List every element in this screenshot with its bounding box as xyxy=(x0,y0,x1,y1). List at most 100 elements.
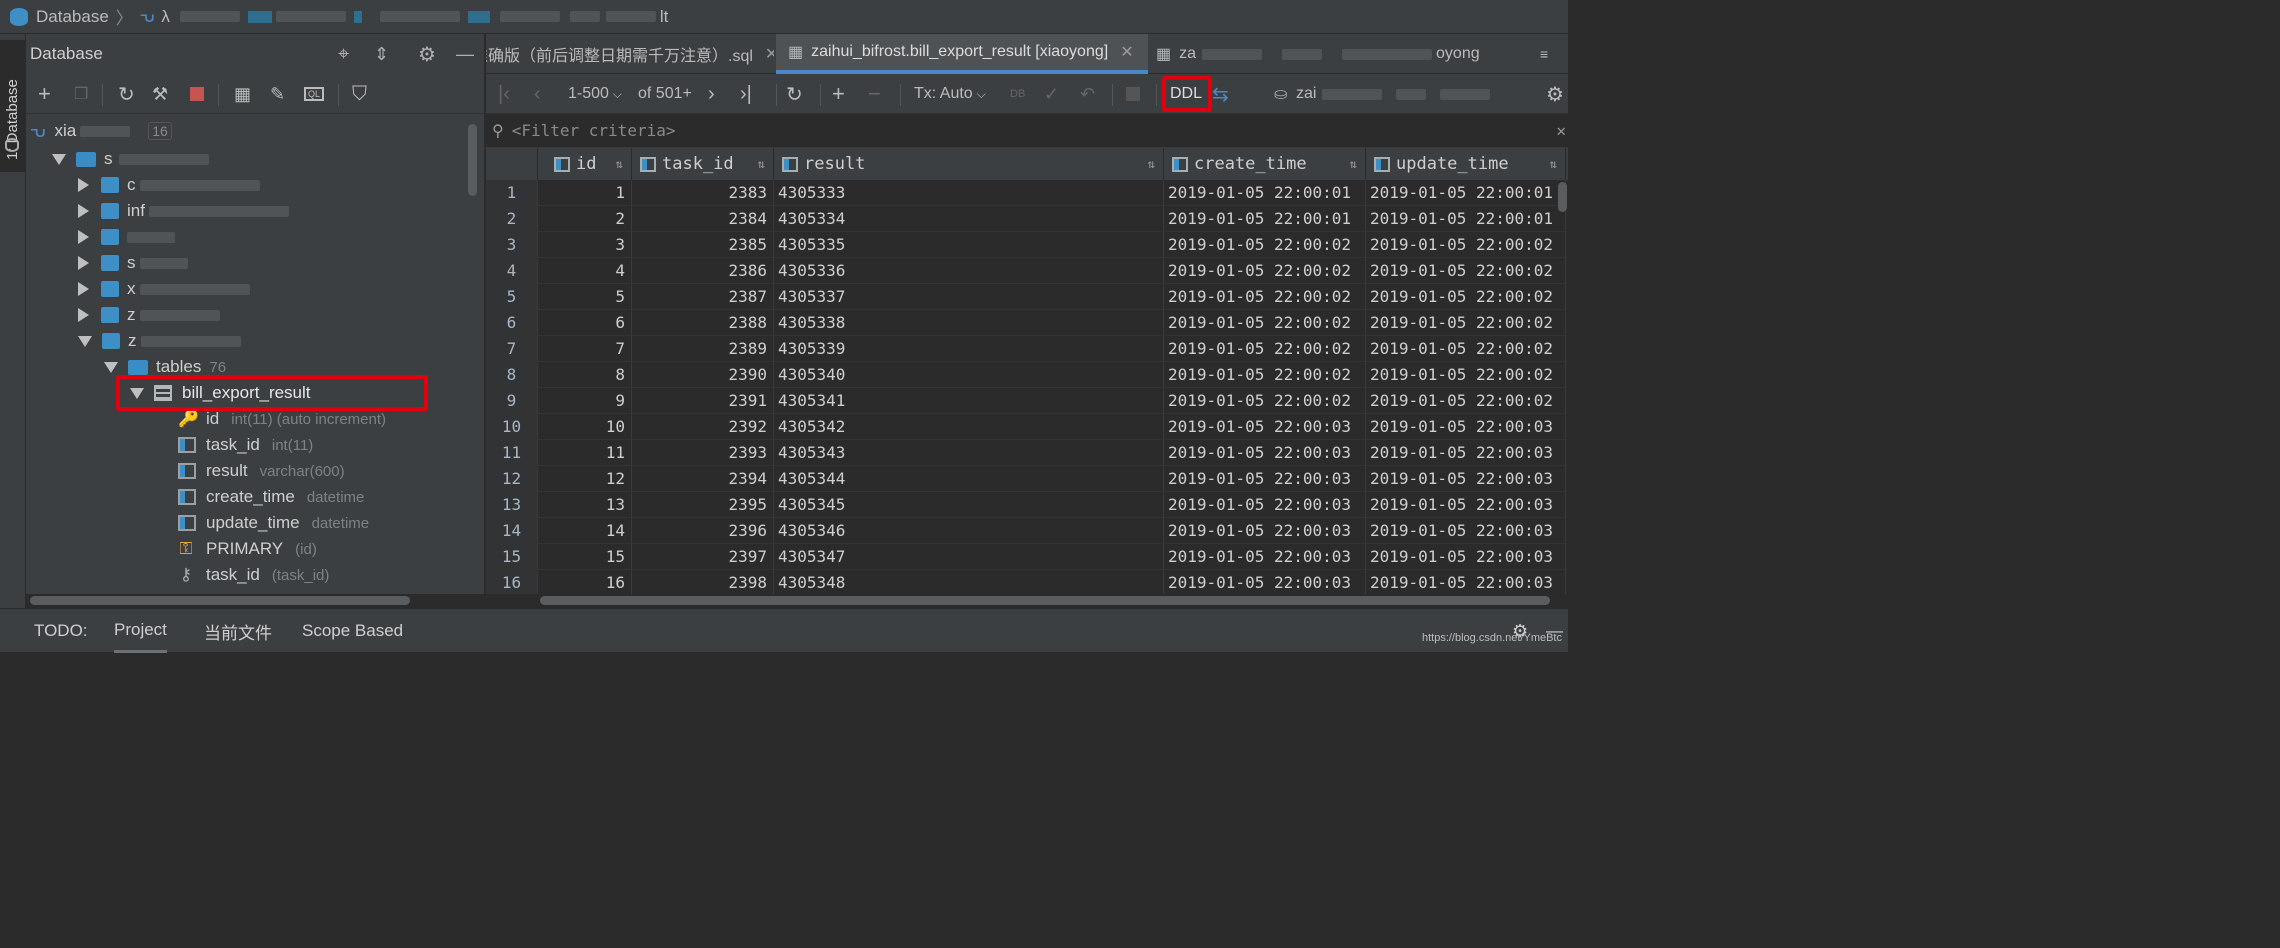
tab-bill-export-result[interactable]: ▦ zaihui_bifrost.bill_export_result [xia… xyxy=(776,34,1148,74)
cell-update-time[interactable]: 2019-01-05 22:00:02 xyxy=(1366,284,1566,310)
cell-update-time[interactable]: 2019-01-05 22:00:02 xyxy=(1366,258,1566,284)
cell-task-id[interactable]: 2388 xyxy=(632,310,774,336)
next-page-icon[interactable]: › xyxy=(708,74,715,114)
close-icon[interactable]: ✕ xyxy=(765,44,774,64)
cell-id[interactable]: 16 xyxy=(538,570,632,594)
column-header-update-time[interactable]: update_time ⇅ xyxy=(1366,148,1566,180)
cell-result[interactable]: 4305343 xyxy=(774,440,1164,466)
cell-id[interactable]: 10 xyxy=(538,414,632,440)
breadcrumb-tail[interactable]: λ xyxy=(161,7,170,27)
cell-update-time[interactable]: 2019-01-05 22:00:02 xyxy=(1366,336,1566,362)
cell-task-id[interactable]: 2384 xyxy=(632,206,774,232)
delete-row-icon[interactable]: − xyxy=(868,74,881,114)
table-row[interactable]: 10 10 2392 4305342 2019-01-05 22:00:03 2019-0… xyxy=(486,414,1568,440)
tab-sql-file[interactable]: 准确版（前后调整日期需千万注意）.sql ✕ xyxy=(486,34,774,74)
cell-id[interactable]: 8 xyxy=(538,362,632,388)
tree-database[interactable]: inf xyxy=(78,198,289,224)
target-icon[interactable]: ⌖ xyxy=(338,43,349,66)
cell-result[interactable]: 4305341 xyxy=(774,388,1164,414)
sort-icon[interactable]: ⇅ xyxy=(758,157,765,171)
refresh-icon[interactable]: ↻ xyxy=(118,74,135,114)
cell-update-time[interactable]: 2019-01-05 22:00:01 xyxy=(1366,180,1566,206)
table-row[interactable]: 14 14 2396 4305346 2019-01-05 22:00:03 2019-0… xyxy=(486,518,1568,544)
filter-bar[interactable]: ⚲ <Filter criteria> ✕ xyxy=(486,114,1568,148)
table-row[interactable]: 5 5 2387 4305337 2019-01-05 22:00:02 2019-01-… xyxy=(486,284,1568,310)
table-row[interactable]: 13 13 2395 4305345 2019-01-05 22:00:03 2019-0… xyxy=(486,492,1568,518)
tree-column[interactable]: update_time datetime xyxy=(178,510,369,536)
tab-scope-based[interactable]: Scope Based xyxy=(302,609,403,653)
column-header-result[interactable]: result ⇅ xyxy=(774,148,1164,180)
cell-create-time[interactable]: 2019-01-05 22:00:01 xyxy=(1164,206,1366,232)
cell-task-id[interactable]: 2390 xyxy=(632,362,774,388)
sync-settings-icon[interactable]: ⚒ xyxy=(152,74,168,114)
cell-update-time[interactable]: 2019-01-05 22:00:03 xyxy=(1366,570,1566,594)
close-icon[interactable]: ✕ xyxy=(1120,42,1133,62)
cell-result[interactable]: 4305347 xyxy=(774,544,1164,570)
table-row[interactable]: 6 6 2388 4305338 2019-01-05 22:00:02 2019-01-… xyxy=(486,310,1568,336)
cell-create-time[interactable]: 2019-01-05 22:00:01 xyxy=(1164,180,1366,206)
previous-page-icon[interactable]: ‹ xyxy=(534,74,541,114)
expanded-arrow-icon[interactable] xyxy=(52,153,66,165)
collapsed-arrow-icon[interactable] xyxy=(78,256,89,270)
cell-task-id[interactable]: 2395 xyxy=(632,492,774,518)
breadcrumb-root[interactable]: Database xyxy=(36,7,109,27)
query-console-icon[interactable]: QL xyxy=(304,74,325,114)
collapsed-arrow-icon[interactable] xyxy=(78,308,89,322)
cell-task-id[interactable]: 2387 xyxy=(632,284,774,310)
cell-result[interactable]: 4305333 xyxy=(774,180,1164,206)
cell-update-time[interactable]: 2019-01-05 22:00:03 xyxy=(1366,414,1566,440)
cell-create-time[interactable]: 2019-01-05 22:00:02 xyxy=(1164,336,1366,362)
tree-key[interactable]: ⚿ PRIMARY (id) xyxy=(178,536,317,562)
cell-result[interactable]: 4305335 xyxy=(774,232,1164,258)
stop-icon[interactable] xyxy=(190,74,204,114)
session-icon[interactable]: ⛀ xyxy=(1274,74,1287,114)
cell-update-time[interactable]: 2019-01-05 22:00:03 xyxy=(1366,518,1566,544)
cell-update-time[interactable]: 2019-01-05 22:00:03 xyxy=(1366,466,1566,492)
tree-database[interactable]: z xyxy=(78,302,220,328)
cell-create-time[interactable]: 2019-01-05 22:00:03 xyxy=(1164,518,1366,544)
sort-icon[interactable]: ⇅ xyxy=(616,157,623,171)
tab-project[interactable]: Project xyxy=(114,609,167,653)
submit-db-icon[interactable]: DB xyxy=(1010,74,1025,114)
cell-update-time[interactable]: 2019-01-05 22:00:01 xyxy=(1366,206,1566,232)
cell-create-time[interactable]: 2019-01-05 22:00:03 xyxy=(1164,466,1366,492)
tab-overflow-icon[interactable]: ≡ xyxy=(1540,34,1548,74)
cell-id[interactable]: 5 xyxy=(538,284,632,310)
table-row[interactable]: 12 12 2394 4305344 2019-01-05 22:00:03 2019-0… xyxy=(486,466,1568,492)
cell-update-time[interactable]: 2019-01-05 22:00:03 xyxy=(1366,544,1566,570)
cell-task-id[interactable]: 2394 xyxy=(632,466,774,492)
tree-column[interactable]: create_time datetime xyxy=(178,484,364,510)
filter-icon[interactable]: ⛉ xyxy=(352,74,367,114)
cell-result[interactable]: 4305336 xyxy=(774,258,1164,284)
cell-result[interactable]: 4305337 xyxy=(774,284,1164,310)
rollback-icon[interactable]: ↶ xyxy=(1080,74,1095,114)
compare-icon[interactable]: ⇆ xyxy=(1212,74,1229,114)
cell-update-time[interactable]: 2019-01-05 22:00:02 xyxy=(1366,362,1566,388)
cell-create-time[interactable]: 2019-01-05 22:00:02 xyxy=(1164,310,1366,336)
cell-update-time[interactable]: 2019-01-05 22:00:02 xyxy=(1366,388,1566,414)
tree-connection[interactable]: ᕃ xia 16 xyxy=(30,118,172,144)
cell-result[interactable]: 4305339 xyxy=(774,336,1164,362)
database-tool-tab[interactable]: 1: Database xyxy=(0,40,26,172)
last-page-icon[interactable]: ›| xyxy=(740,74,752,114)
table-editor-icon[interactable]: ▦ xyxy=(234,74,251,114)
tree-database-expanded[interactable]: z xyxy=(78,328,241,354)
cell-result[interactable]: 4305334 xyxy=(774,206,1164,232)
sort-icon[interactable]: ⇅ xyxy=(1350,157,1357,171)
cell-result[interactable]: 4305345 xyxy=(774,492,1164,518)
collapse-all-icon[interactable]: ⇕ xyxy=(374,44,389,65)
cell-id[interactable]: 12 xyxy=(538,466,632,492)
table-row[interactable]: 7 7 2389 4305339 2019-01-05 22:00:02 2019-01-… xyxy=(486,336,1568,362)
tree-database[interactable] xyxy=(78,224,175,250)
cell-create-time[interactable]: 2019-01-05 22:00:03 xyxy=(1164,414,1366,440)
gear-icon[interactable]: ⚙ xyxy=(1512,609,1528,653)
cell-id[interactable]: 11 xyxy=(538,440,632,466)
cell-update-time[interactable]: 2019-01-05 22:00:03 xyxy=(1366,492,1566,518)
column-header-task-id[interactable]: task_id ⇅ xyxy=(632,148,774,180)
table-row[interactable]: 4 4 2386 4305336 2019-01-05 22:00:02 2019-01-… xyxy=(486,258,1568,284)
cell-id[interactable]: 13 xyxy=(538,492,632,518)
add-row-icon[interactable]: + xyxy=(832,74,845,114)
tree-key[interactable]: ⚷ task_id (task_id) xyxy=(178,562,330,588)
cell-task-id[interactable]: 2385 xyxy=(632,232,774,258)
cell-create-time[interactable]: 2019-01-05 22:00:02 xyxy=(1164,388,1366,414)
